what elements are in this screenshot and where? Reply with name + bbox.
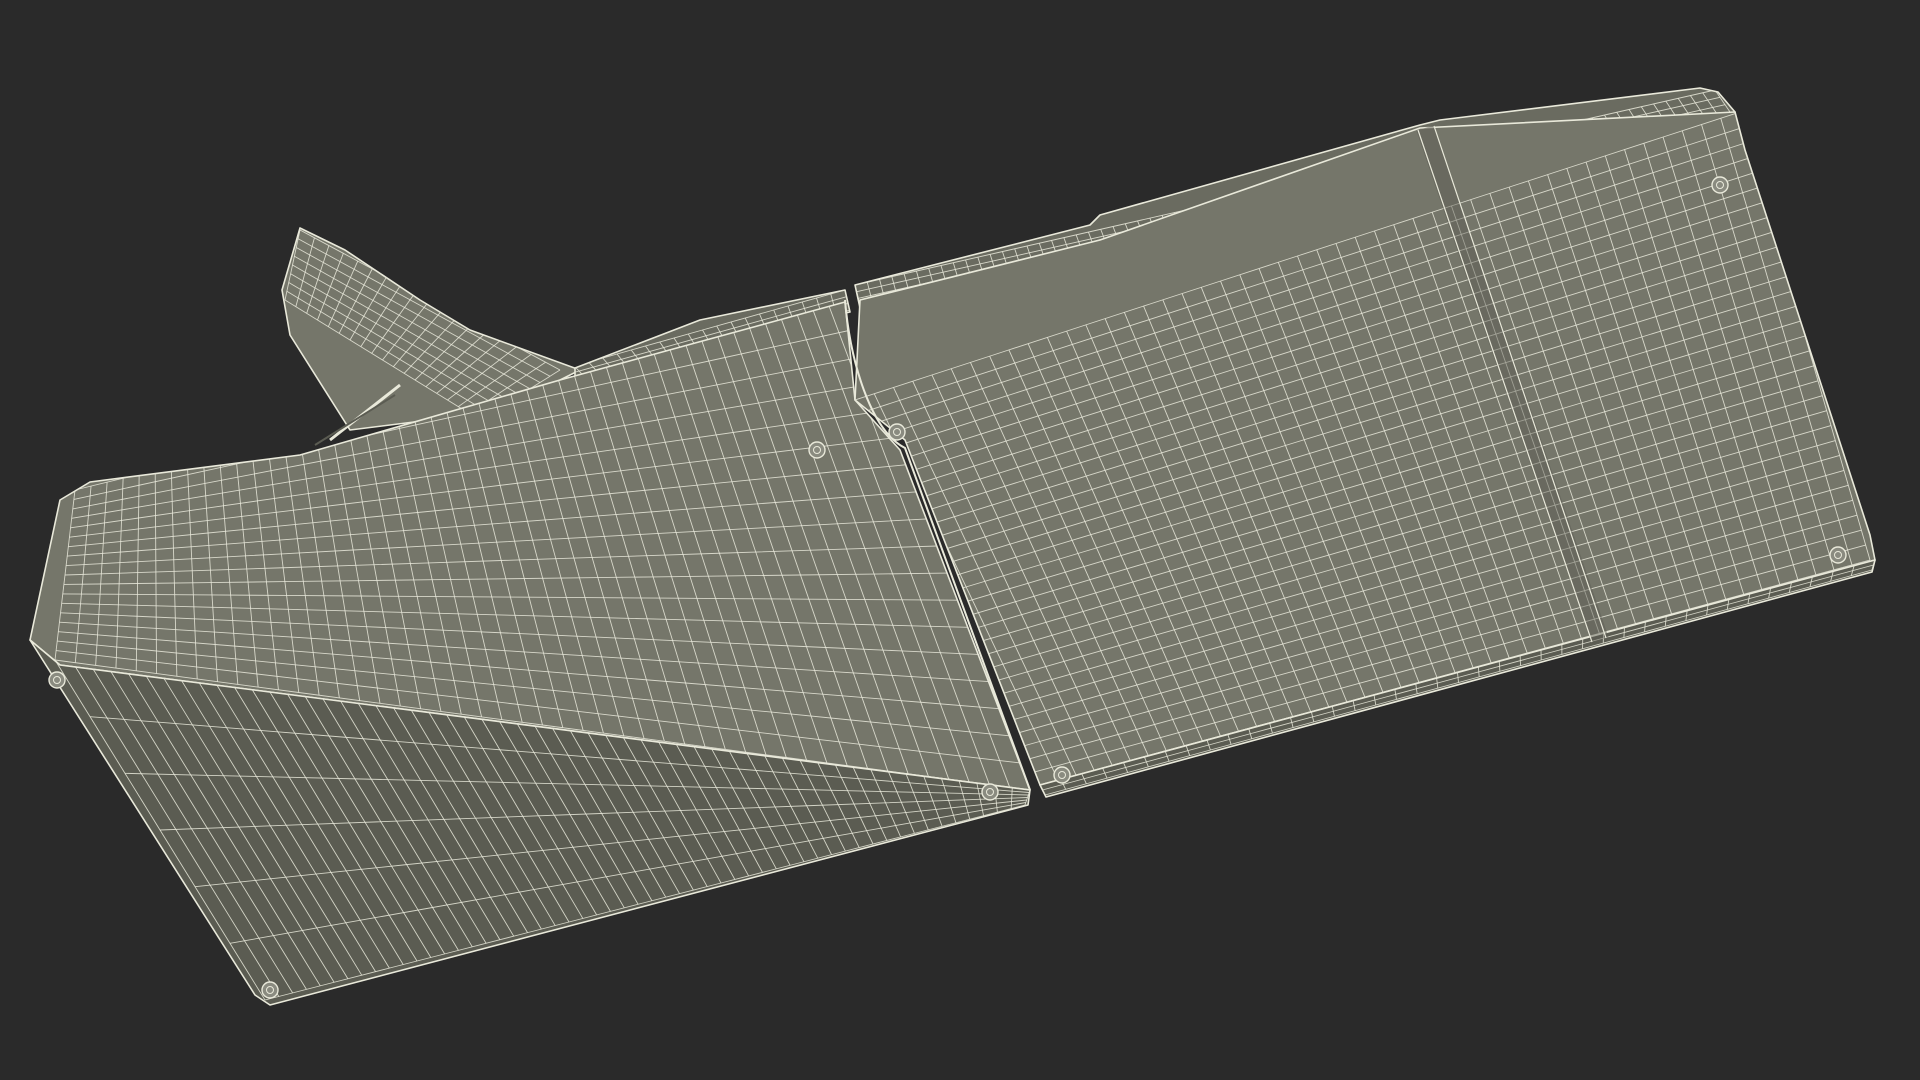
sofa-foot [981, 783, 999, 801]
render-viewport [0, 0, 1920, 1080]
sofa-foot [48, 671, 66, 689]
sofa-foot [1711, 176, 1729, 194]
sofa-foot [261, 981, 279, 999]
sofa-foot [808, 441, 826, 459]
right-module-bottom-face [854, 111, 1876, 786]
sofa-foot [1053, 766, 1071, 784]
sofa-foot [1829, 546, 1847, 564]
sofa-module-right [844, 111, 1876, 798]
wireframe-render [29, 87, 1876, 1006]
sofa-model [29, 87, 1876, 1006]
sofa-foot [888, 423, 906, 441]
